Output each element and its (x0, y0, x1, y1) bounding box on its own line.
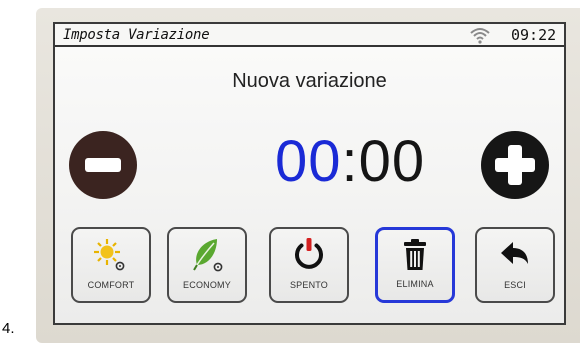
economy-label: ECONOMY (183, 280, 231, 290)
back-arrow-icon (501, 242, 528, 264)
trash-icon (404, 239, 426, 270)
screen-title: Imposta Variazione (63, 27, 210, 43)
decrease-button[interactable] (69, 131, 137, 199)
page-heading: Nuova variazione (232, 70, 387, 92)
plus-icon (495, 145, 535, 185)
wifi-icon (470, 28, 490, 44)
minus-icon (85, 158, 121, 172)
sun-icon (94, 239, 125, 271)
variation-duration: 00:00 (275, 122, 425, 202)
clock: 09:22 (511, 26, 557, 44)
hours-value[interactable]: 00 (275, 129, 342, 194)
leaf-icon (193, 239, 223, 272)
list-marker: 4. (2, 320, 15, 337)
power-icon (295, 238, 323, 269)
thermostat-screen: Imposta Variazione 09:22 Nuova variazion… (53, 22, 566, 325)
time-separator: : (341, 129, 359, 194)
exit-button[interactable]: ESCI (475, 227, 555, 303)
off-button[interactable]: SPENTO (269, 227, 349, 303)
exit-label: ESCI (504, 280, 526, 290)
off-label: SPENTO (289, 280, 329, 290)
delete-button[interactable]: ELIMINA (375, 227, 455, 303)
minutes-value[interactable]: 00 (359, 129, 426, 194)
economy-button[interactable]: ECONOMY (167, 227, 247, 303)
comfort-button[interactable]: COMFORT (71, 227, 151, 303)
increase-button[interactable] (481, 131, 549, 199)
status-bar: Imposta Variazione 09:22 (55, 24, 564, 47)
delete-label: ELIMINA (396, 279, 434, 289)
comfort-label: COMFORT (87, 280, 135, 290)
